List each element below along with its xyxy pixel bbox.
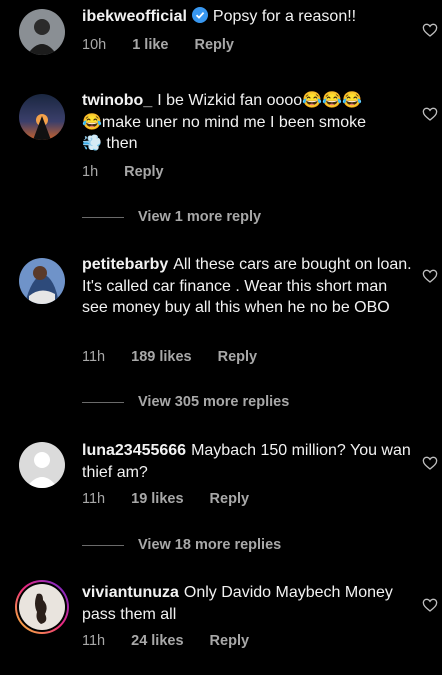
- timestamp: 11h: [82, 349, 106, 365]
- timestamp: 10h: [82, 37, 107, 53]
- comment-text-line-3: 💨 then: [82, 135, 138, 152]
- avatar[interactable]: [19, 94, 65, 140]
- reply-button[interactable]: Reply: [210, 491, 250, 507]
- username[interactable]: luna23455666: [82, 442, 186, 459]
- avatar-image: [19, 9, 65, 55]
- reply-button[interactable]: Reply: [210, 633, 250, 649]
- view-more-replies-label: View 305 more replies: [138, 394, 290, 410]
- username[interactable]: twinobo_: [82, 92, 152, 109]
- avatar-story-ring[interactable]: [15, 580, 69, 634]
- comment-meta: 11h 24 likes Reply: [82, 633, 275, 649]
- heart-outline-icon: [422, 269, 438, 283]
- reply-button[interactable]: Reply: [218, 349, 258, 365]
- likes-count[interactable]: 189 likes: [131, 349, 191, 365]
- comment-body: viviantunuza Only Davido Maybech Money pa…: [82, 582, 412, 625]
- comment-text-line-1: I be Wizkid fan oooo😂😂😂: [157, 92, 362, 109]
- like-button[interactable]: [422, 106, 438, 122]
- like-button[interactable]: [422, 22, 438, 38]
- avatar-image: [19, 258, 65, 304]
- comment-text-line-2: 😂make uner no mind me I been smoke: [82, 113, 367, 131]
- avatar[interactable]: [19, 9, 65, 55]
- likes-count[interactable]: 19 likes: [131, 491, 183, 507]
- like-button[interactable]: [422, 597, 438, 613]
- view-more-replies-label: View 18 more replies: [138, 537, 282, 553]
- username[interactable]: viviantunuza: [82, 584, 179, 601]
- like-button[interactable]: [422, 268, 438, 284]
- heart-outline-icon: [422, 23, 438, 37]
- view-more-replies-label: View 1 more reply: [138, 209, 262, 225]
- comment-body: luna23455666 Maybach 150 million? You wan…: [82, 440, 412, 483]
- avatar[interactable]: [19, 258, 65, 304]
- view-more-replies[interactable]: View 1 more reply: [82, 209, 261, 225]
- divider-line: [82, 401, 124, 403]
- verified-badge-icon: [191, 7, 208, 23]
- avatar-image: [19, 94, 65, 140]
- likes-count[interactable]: 1 like: [132, 37, 168, 53]
- timestamp: 11h: [82, 633, 106, 649]
- heart-outline-icon: [422, 107, 438, 121]
- view-more-replies[interactable]: View 18 more replies: [82, 537, 281, 553]
- reply-button[interactable]: Reply: [194, 37, 234, 53]
- username[interactable]: petitebarby: [82, 256, 168, 273]
- divider-line: [82, 544, 124, 546]
- like-button[interactable]: [422, 455, 438, 471]
- avatar[interactable]: [19, 442, 65, 488]
- comment-meta: 11h 19 likes Reply: [82, 491, 275, 507]
- timestamp: 11h: [82, 491, 106, 507]
- divider-line: [82, 216, 124, 218]
- timestamp: 1h: [82, 164, 99, 180]
- comment-body: ibekweofficial Popsy for a reason!!: [82, 6, 412, 28]
- heart-outline-icon: [422, 456, 438, 470]
- reply-button[interactable]: Reply: [124, 164, 164, 180]
- comment-body: twinobo_ I be Wizkid fan oooo😂😂😂 😂make un…: [82, 90, 412, 155]
- comment-meta: 11h 189 likes Reply: [82, 349, 283, 365]
- heart-outline-icon: [422, 598, 438, 612]
- comment-meta: 10h 1 like Reply: [82, 37, 260, 53]
- view-more-replies[interactable]: View 305 more replies: [82, 394, 289, 410]
- username[interactable]: ibekweofficial: [82, 8, 187, 25]
- likes-count[interactable]: 24 likes: [131, 633, 183, 649]
- default-avatar-icon: [19, 442, 65, 488]
- comment-meta: 1h Reply: [82, 164, 190, 180]
- comment-body: petitebarby All these cars are bought on …: [82, 254, 412, 319]
- avatar-image: [17, 582, 67, 632]
- comment-text: Popsy for a reason!!: [212, 8, 357, 25]
